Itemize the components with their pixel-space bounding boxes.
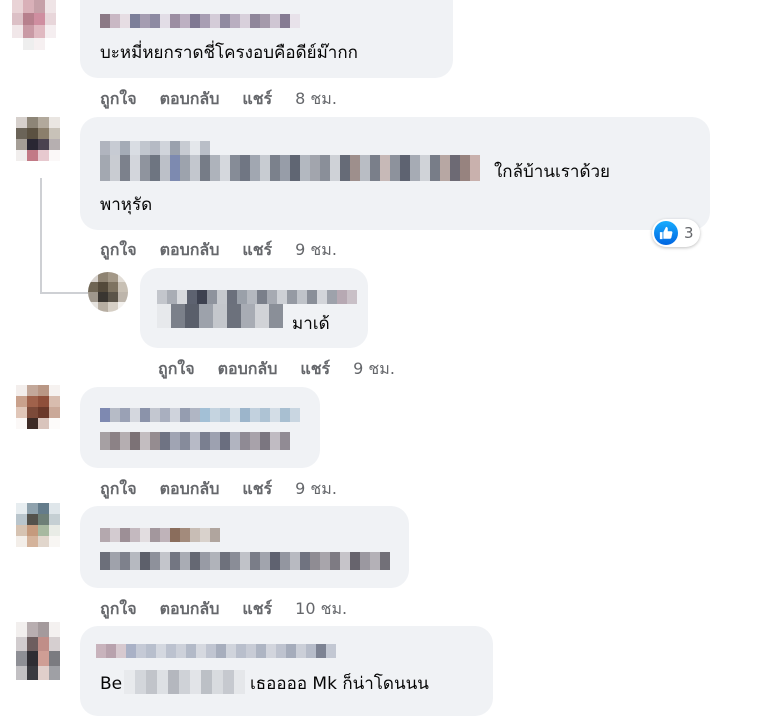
author-name-blurred[interactable]: [157, 290, 357, 304]
comment-text: Be: [100, 674, 123, 694]
avatar[interactable]: [16, 622, 60, 680]
comment-text: บะหมี่หยกราดชี่โครงอบคือดีย์ม๊ากก: [100, 43, 358, 63]
comment-text: มาเด้: [292, 314, 330, 334]
comment-bubble: [80, 0, 453, 78]
author-name-blurred[interactable]: [100, 528, 220, 542]
like-icon: [654, 221, 678, 245]
comment-text: ใกล้บ้านเราด้วย: [494, 162, 611, 182]
timestamp[interactable]: 9 ชม.: [353, 357, 395, 382]
comment-text: พาหุรัด: [100, 195, 153, 215]
timestamp[interactable]: 10 ชม.: [295, 597, 347, 622]
comment-text-blurred: [124, 670, 245, 694]
comment-bubble: [80, 387, 320, 468]
share-link[interactable]: แชร์: [242, 597, 272, 622]
reply-link[interactable]: ตอบกลับ: [160, 87, 220, 112]
comment-actions: ถูกใจ ตอบกลับ แชร์ 9 ชม.: [100, 238, 337, 263]
comment-actions: ถูกใจ ตอบกลับ แชร์ 9 ชม.: [158, 357, 395, 382]
share-link[interactable]: แชร์: [242, 238, 272, 263]
avatar[interactable]: [16, 503, 60, 547]
timestamp[interactable]: 9 ชม.: [295, 477, 337, 502]
avatar[interactable]: [16, 117, 60, 161]
author-name-blurred[interactable]: [100, 14, 300, 28]
avatar[interactable]: [88, 272, 128, 312]
comment-bubble: [80, 506, 409, 588]
reply-link[interactable]: ตอบกลับ: [160, 597, 220, 622]
comment-text-blurred: [100, 432, 290, 450]
comment-actions: ถูกใจ ตอบกลับ แชร์ 8 ชม.: [100, 87, 337, 112]
comment-text-blurred: [157, 304, 283, 328]
comment-text-blurred: [100, 552, 390, 570]
reaction-summary[interactable]: 3: [652, 219, 700, 247]
avatar[interactable]: [12, 0, 56, 50]
comment-text-blurred: [100, 155, 480, 181]
timestamp[interactable]: 8 ชม.: [295, 87, 337, 112]
reply-link[interactable]: ตอบกลับ: [160, 238, 220, 263]
avatar[interactable]: [16, 385, 60, 429]
thread-line: [40, 292, 88, 294]
reaction-count: 3: [684, 224, 694, 242]
like-link[interactable]: ถูกใจ: [100, 87, 137, 112]
thread-line: [40, 178, 42, 294]
author-name-blurred[interactable]: [100, 141, 210, 155]
share-link[interactable]: แชร์: [300, 357, 330, 382]
like-link[interactable]: ถูกใจ: [100, 238, 137, 263]
author-name-blurred[interactable]: [100, 408, 300, 422]
comment-actions: ถูกใจ ตอบกลับ แชร์ 10 ชม.: [100, 597, 347, 622]
like-link[interactable]: ถูกใจ: [100, 597, 137, 622]
reply-link[interactable]: ตอบกลับ: [218, 357, 278, 382]
share-link[interactable]: แชร์: [242, 87, 272, 112]
timestamp[interactable]: 9 ชม.: [295, 238, 337, 263]
comment-actions: ถูกใจ ตอบกลับ แชร์ 9 ชม.: [100, 477, 337, 502]
author-name-blurred[interactable]: [96, 644, 336, 658]
like-link[interactable]: ถูกใจ: [100, 477, 137, 502]
share-link[interactable]: แชร์: [242, 477, 272, 502]
like-link[interactable]: ถูกใจ: [158, 357, 195, 382]
comment-text: เธออออ Mk ก็น่าโดนนน: [250, 674, 429, 694]
reply-link[interactable]: ตอบกลับ: [160, 477, 220, 502]
